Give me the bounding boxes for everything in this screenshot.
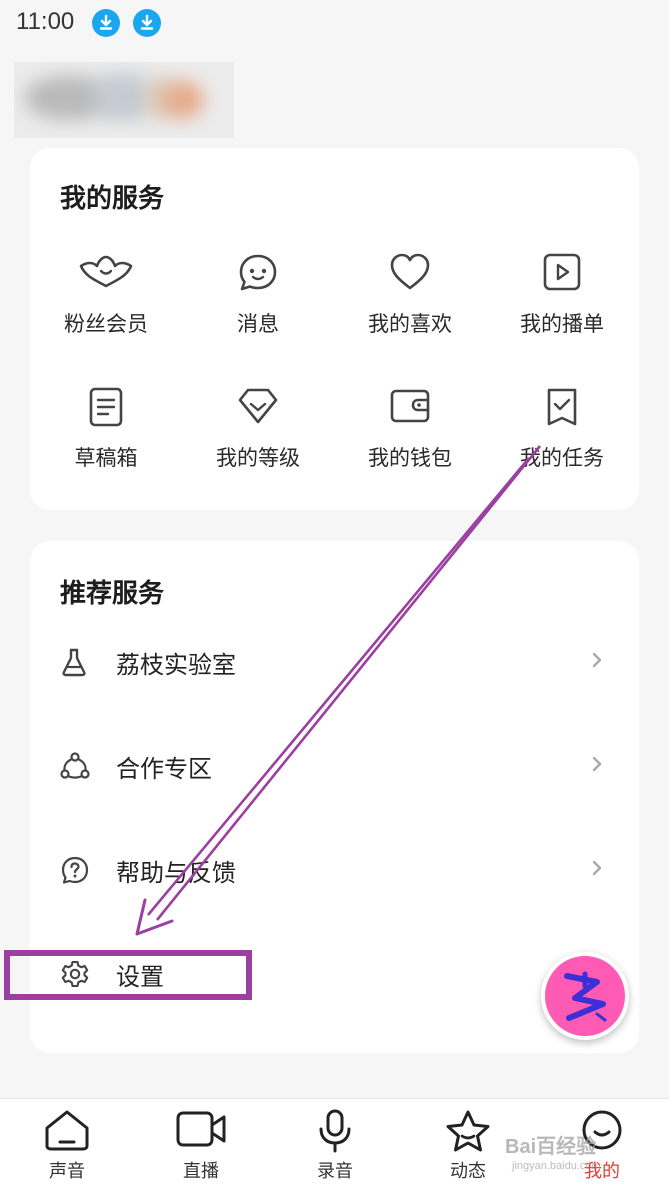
playlist-icon <box>543 253 581 291</box>
grid-item-label: 我的喜欢 <box>368 312 452 336</box>
my-services-card: 我的服务 粉丝会员 消息 我的喜欢 我的播单 草稿箱 我的等级 我的钱包 我的任… <box>30 148 639 510</box>
heart-icon <box>390 253 430 290</box>
watermark-brand: Bai百经验 <box>505 1136 597 1158</box>
chevron-right-icon <box>592 860 602 876</box>
grid-item-wallet[interactable]: 我的钱包 <box>334 386 486 496</box>
grid-item-level[interactable]: 我的等级 <box>182 386 334 496</box>
list-item-lab[interactable]: 荔枝实验室 <box>30 621 639 701</box>
floating-action-button[interactable] <box>541 952 629 1040</box>
nav-item-live[interactable]: 直播 <box>134 1099 268 1190</box>
fan-member-icon <box>79 255 133 288</box>
list-item-label: 帮助与反馈 <box>116 859 236 887</box>
star-icon <box>446 1110 490 1152</box>
grid-item-label: 我的播单 <box>520 312 604 336</box>
nav-item-record[interactable]: 录音 <box>268 1099 402 1190</box>
grid-item-drafts[interactable]: 草稿箱 <box>30 386 182 496</box>
home-icon <box>45 1110 89 1151</box>
list-item-help[interactable]: 帮助与反馈 <box>30 829 639 909</box>
flask-icon <box>62 648 86 677</box>
task-icon <box>547 388 577 426</box>
annotation-highlight-box <box>4 950 252 1000</box>
chevron-right-icon <box>592 652 602 668</box>
download-badge-icon <box>133 9 161 37</box>
list-item-label: 合作专区 <box>116 755 212 783</box>
recommended-services-title: 推荐服务 <box>60 579 165 609</box>
help-icon <box>61 856 89 884</box>
grid-item-label: 我的钱包 <box>368 446 452 470</box>
download-badge-icon <box>92 9 120 37</box>
grid-item-label: 我的等级 <box>216 446 300 470</box>
nav-label: 声音 <box>49 1161 85 1182</box>
watermark-url: jingyan.baidu.com <box>512 1160 601 1172</box>
level-icon <box>238 388 278 424</box>
grid-item-label: 草稿箱 <box>74 446 138 470</box>
list-item-cooperation[interactable]: 合作专区 <box>30 725 639 805</box>
grid-item-tasks[interactable]: 我的任务 <box>486 386 638 496</box>
nav-label: 直播 <box>183 1161 219 1182</box>
grid-item-label: 粉丝会员 <box>64 312 148 336</box>
grid-item-label: 消息 <box>237 312 279 336</box>
grid-item-message[interactable]: 消息 <box>182 252 334 362</box>
microphone-icon <box>319 1109 351 1153</box>
grid-item-playlist[interactable]: 我的播单 <box>486 252 638 362</box>
status-time: 11:00 <box>16 8 75 35</box>
video-camera-icon <box>176 1111 226 1147</box>
cooperation-icon <box>60 752 90 779</box>
nav-label: 录音 <box>317 1161 353 1182</box>
status-bar: 11:00 <box>0 0 669 46</box>
grid-item-favorites[interactable]: 我的喜欢 <box>334 252 486 362</box>
profile-header-blurred[interactable] <box>14 62 234 138</box>
fab-logo-icon <box>564 971 607 1022</box>
my-services-title: 我的服务 <box>60 184 165 214</box>
message-icon <box>239 254 277 291</box>
grid-item-label: 我的任务 <box>520 446 604 470</box>
draft-icon <box>89 387 123 427</box>
wallet-icon <box>390 389 430 423</box>
grid-item-fan-member[interactable]: 粉丝会员 <box>30 252 182 362</box>
nav-item-sound[interactable]: 声音 <box>0 1099 134 1190</box>
chevron-right-icon <box>592 756 602 772</box>
list-item-label: 荔枝实验室 <box>116 651 236 679</box>
